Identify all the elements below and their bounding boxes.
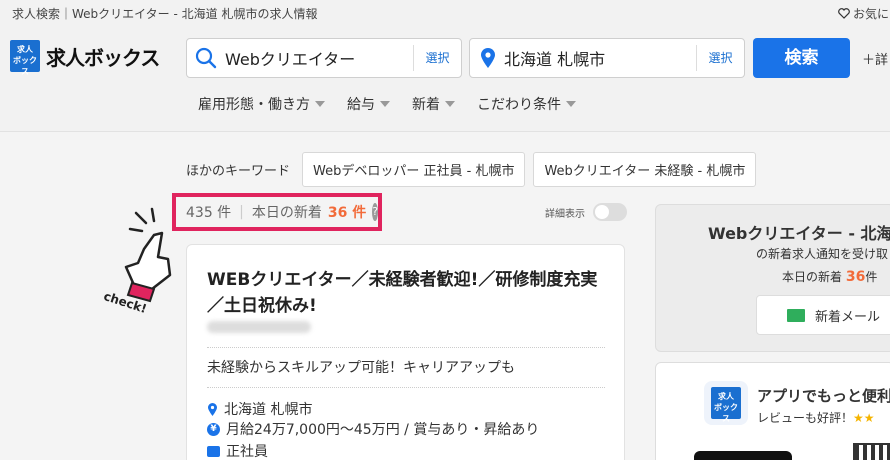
check-pointing-hand-icon: check! <box>102 207 172 316</box>
heart-icon <box>838 8 850 19</box>
job-card[interactable]: WEBクリエイター／未経験者歓迎!／研修制度充実／土日祝休み! 未経験からスキル… <box>186 244 625 460</box>
divider: | <box>239 204 244 220</box>
divider <box>207 387 605 388</box>
keyword-chip[interactable]: Webデベロッパー 正社員 - 札幌市 <box>302 152 526 187</box>
breadcrumb: 求人検索｜Webクリエイター - 北海道 札幌市の求人情報 <box>12 7 318 21</box>
toggle-switch[interactable] <box>593 203 627 221</box>
job-employment: 正社員 <box>207 441 268 460</box>
app-icon: 求人 ボックス <box>704 381 748 425</box>
job-salary: ¥ 月給24万7,000円〜45万円 / 賞与あり・昇給あり <box>207 419 539 439</box>
notify-today-suffix: 件 <box>865 270 878 284</box>
filter-label: 雇用形態・働き方 <box>198 97 310 113</box>
new-mail-button[interactable]: 新着メール <box>756 295 890 335</box>
divider <box>207 347 605 348</box>
logo-text: 求人ボックス <box>46 45 160 70</box>
chevron-down-icon <box>566 101 576 107</box>
filter-new[interactable]: 新着 <box>412 94 455 114</box>
keyword-select-button[interactable]: 選択 <box>413 45 461 71</box>
mail-icon <box>787 308 805 322</box>
result-count: 435 件 | 本日の新着 36 件 ? <box>172 193 382 231</box>
related-keywords-label: ほかのキーワード <box>186 164 291 179</box>
chevron-down-icon <box>380 101 390 107</box>
location-input[interactable]: 北海道 札幌市 選択 <box>469 38 745 78</box>
app-review: レビューも好評！★★ <box>757 409 875 426</box>
today-label: 本日の新着 <box>251 205 322 221</box>
favorite-label: お気に <box>853 7 890 21</box>
chevron-down-icon <box>315 101 325 107</box>
related-keywords: ほかのキーワード Webデベロッパー 正社員 - 札幌市 Webクリエイター 未… <box>186 152 757 187</box>
favorite-link[interactable]: お気に <box>838 5 889 22</box>
detail-search-link[interactable]: ＋詳 <box>862 49 888 68</box>
job-catchphrase: 未経験からスキルアップ可能！キャリアアップも <box>207 360 515 376</box>
new-mail-label: 新着メール <box>815 309 881 325</box>
job-salary-text: 月給24万7,000円〜45万円 / 賞与あり・昇給あり <box>226 422 540 438</box>
briefcase-icon <box>207 445 220 457</box>
location-value: 北海道 札幌市 <box>504 50 606 69</box>
notify-today-label: 本日の新着 <box>782 270 843 284</box>
keyword-input[interactable]: Webクリエイター 選択 <box>186 38 462 78</box>
notify-today: 本日の新着 36件 <box>782 268 877 285</box>
yen-icon: ¥ <box>207 422 220 436</box>
detail-view-toggle[interactable]: 詳細表示 <box>545 203 627 221</box>
company-name-blurred <box>207 321 311 333</box>
notify-subtitle: の新着求人通知を受け取 <box>756 247 889 261</box>
app-review-text: レビューも好評！ <box>757 411 854 425</box>
filter-bar: 雇用形態・働き方 給与 新着 こだわり条件 <box>198 94 576 114</box>
filter-salary[interactable]: 給与 <box>347 94 390 114</box>
top-bar: 求人検索｜Webクリエイター - 北海道 札幌市の求人情報 お気に <box>0 0 890 24</box>
keyword-value: Webクリエイター <box>225 50 356 69</box>
job-title[interactable]: WEBクリエイター／未経験者歓迎!／研修制度充実／土日祝休み! <box>207 267 607 319</box>
filter-employment-type[interactable]: 雇用形態・働き方 <box>198 94 325 114</box>
logo-mark: 求人 ボックス <box>10 40 40 76</box>
notify-title: Webクリエイター - 北海 <box>708 224 890 243</box>
location-pin-icon <box>481 48 495 68</box>
qr-code-icon <box>853 443 890 460</box>
filter-label: 新着 <box>412 97 440 113</box>
app-title: アプリでもっと便利 <box>757 387 890 405</box>
app-store-button[interactable] <box>694 451 792 460</box>
keyword-chip[interactable]: Webクリエイター 未経験 - 札幌市 <box>533 152 757 187</box>
help-icon[interactable]: ? <box>372 203 379 221</box>
notify-today-count: 36 <box>845 269 866 285</box>
header: 求人 ボックス 求人ボックス Webクリエイター 選択 北海道 札幌市 選択 検索… <box>0 24 890 132</box>
new-jobs-notify-panel: Webクリエイター - 北海 の新着求人通知を受け取 本日の新着 36件 新着メ… <box>655 204 890 352</box>
filter-conditions[interactable]: こだわり条件 <box>477 94 576 114</box>
total-count: 435 件 <box>186 205 232 221</box>
filter-label: こだわり条件 <box>477 97 561 113</box>
star-rating-icon: ★★ <box>853 411 875 425</box>
chevron-down-icon <box>445 101 455 107</box>
job-employment-text: 正社員 <box>226 444 268 460</box>
today-count: 36 件 <box>327 205 367 221</box>
job-location: 北海道 札幌市 <box>207 399 312 419</box>
app-promo-panel: 求人 ボックス アプリでもっと便利 レビューも好評！★★ <box>655 362 890 460</box>
search-button[interactable]: 検索 <box>753 38 850 78</box>
search-icon <box>195 47 217 69</box>
detail-toggle-label: 詳細表示 <box>545 208 585 220</box>
site-logo[interactable]: 求人 ボックス 求人ボックス <box>10 40 160 76</box>
app-logo-mark: 求人 ボックス <box>711 387 741 423</box>
location-pin-icon <box>208 402 217 416</box>
location-select-button[interactable]: 選択 <box>696 45 744 71</box>
filter-label: 給与 <box>347 97 375 113</box>
job-location-text: 北海道 札幌市 <box>224 402 313 418</box>
